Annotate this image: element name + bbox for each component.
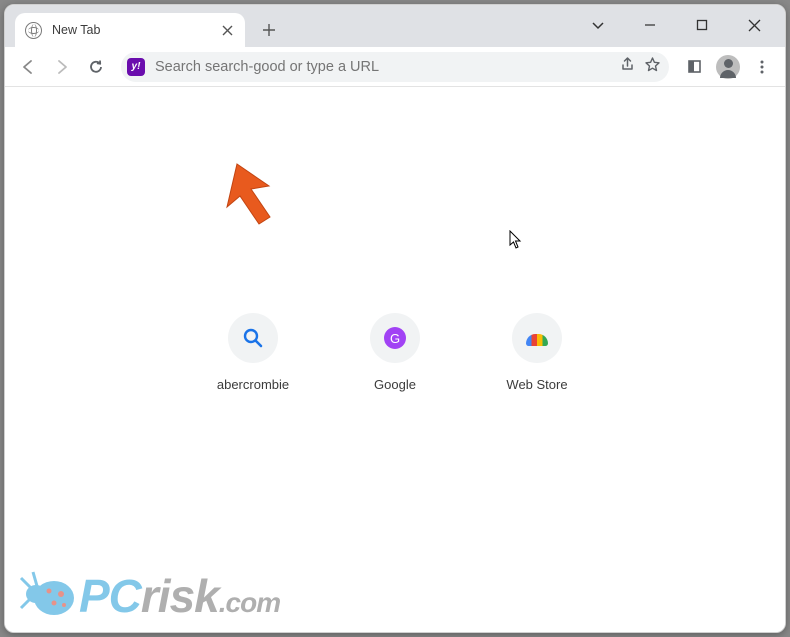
forward-button[interactable] [47, 52, 77, 82]
annotation-arrow-icon [215, 162, 285, 232]
google-icon: G [384, 327, 406, 349]
minimize-button[interactable] [635, 10, 665, 40]
shortcut-label: Google [374, 377, 416, 392]
shortcut-abercrombie[interactable]: abercrombie [207, 313, 299, 392]
new-tab-button[interactable] [255, 16, 283, 44]
url-input[interactable] [155, 59, 619, 75]
web-store-icon [526, 334, 548, 346]
new-tab-page: abercrombie G Google Web Store [5, 87, 785, 632]
shortcut-row: abercrombie G Google Web Store [5, 313, 785, 392]
close-tab-icon[interactable] [219, 22, 235, 38]
share-icon[interactable] [619, 56, 636, 78]
chrome-menu-button[interactable] [747, 52, 777, 82]
toolbar: y! [5, 47, 785, 87]
tab-search-button[interactable] [583, 10, 613, 40]
profile-button[interactable] [713, 52, 743, 82]
maximize-button[interactable] [687, 10, 717, 40]
browser-tab[interactable]: New Tab [15, 13, 245, 47]
globe-icon [25, 22, 42, 39]
extensions-button[interactable] [679, 52, 709, 82]
tab-title: New Tab [52, 23, 219, 37]
reload-button[interactable] [81, 52, 111, 82]
pcrisk-watermark: PCrisk.com [19, 566, 280, 626]
watermark-text-risk: risk [141, 570, 219, 622]
watermark-text-suffix: .com [219, 587, 280, 618]
watermark-text-pc: PC [79, 570, 141, 622]
back-button[interactable] [13, 52, 43, 82]
shortcut-web-store[interactable]: Web Store [491, 313, 583, 392]
cursor-icon [509, 230, 523, 255]
search-icon [242, 327, 264, 349]
address-bar[interactable]: y! [121, 52, 669, 82]
shortcut-google[interactable]: G Google [349, 313, 441, 392]
browser-window: New Tab [4, 4, 786, 633]
bookmark-icon[interactable] [644, 56, 661, 78]
bug-icon [19, 566, 79, 626]
search-engine-icon: y! [127, 58, 145, 76]
close-window-button[interactable] [739, 10, 769, 40]
shortcut-label: abercrombie [217, 377, 289, 392]
tab-strip: New Tab [5, 5, 785, 47]
avatar-icon [716, 55, 740, 79]
shortcut-label: Web Store [506, 377, 567, 392]
window-controls [583, 5, 779, 45]
